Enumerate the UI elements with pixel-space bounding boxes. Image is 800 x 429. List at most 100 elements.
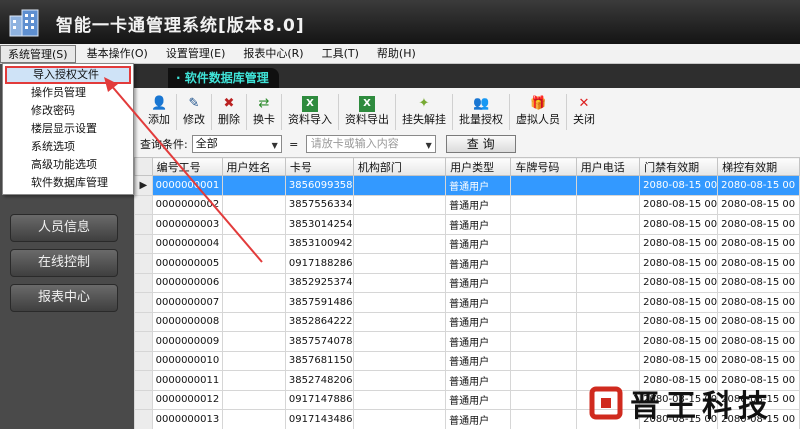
table-cell[interactable]	[221, 253, 286, 274]
loss-report-button[interactable]: ✦ 挂失解挂	[396, 94, 453, 130]
table-row[interactable]: 0000000004 3853100942 普通用户 2080-08-15 00 208…	[134, 233, 800, 254]
table-cell[interactable]	[575, 233, 641, 254]
table-cell[interactable]: 2080-08-15 00	[717, 214, 800, 235]
row-selector[interactable]: ▶	[134, 175, 153, 196]
table-cell[interactable]	[221, 233, 286, 254]
column-header[interactable]: 车牌号码	[510, 157, 577, 176]
table-cell[interactable]	[221, 194, 286, 215]
table-cell[interactable]	[352, 311, 447, 332]
table-cell[interactable]: 2080-08-15 00	[717, 233, 800, 254]
table-cell[interactable]: 3853100942	[284, 233, 354, 254]
row-selector[interactable]	[134, 253, 153, 274]
table-cell[interactable]	[510, 175, 577, 196]
table-cell[interactable]: 2080-08-15 00	[639, 175, 719, 196]
table-cell[interactable]: 2080-08-15 00	[717, 292, 800, 313]
table-cell[interactable]	[221, 409, 286, 429]
row-selector[interactable]	[134, 350, 153, 371]
table-cell[interactable]: 普通用户	[445, 409, 512, 429]
table-row[interactable]: 0000000006 3852925374 普通用户 2080-08-15 00 208…	[134, 272, 800, 293]
row-selector[interactable]	[134, 311, 153, 332]
virtual-person-button[interactable]: 🎁 虚拟人员	[510, 94, 567, 130]
table-row[interactable]: 0000000005 0917188286 普通用户 2080-08-15 00 208…	[134, 253, 800, 274]
row-selector[interactable]	[134, 409, 153, 429]
tab-database-manage[interactable]: · 软件数据库管理	[168, 68, 279, 88]
table-cell[interactable]	[510, 370, 577, 391]
column-header[interactable]: 梯控有效期	[717, 157, 800, 176]
table-cell[interactable]	[221, 389, 286, 410]
sidebar-button-online-control[interactable]: 在线控制	[10, 249, 118, 277]
menu-basic-ops[interactable]: 基本操作(O)	[80, 45, 155, 63]
table-cell[interactable]	[510, 233, 577, 254]
table-cell[interactable]: 0000000007	[151, 292, 223, 313]
menu-item-system-options[interactable]: 系统选项	[3, 138, 133, 156]
table-row[interactable]: 0000000007 3857591486 普通用户 2080-08-15 00 208…	[134, 292, 800, 313]
table-cell[interactable]: 2080-08-15 00	[717, 253, 800, 274]
table-cell[interactable]: 0000000004	[151, 233, 223, 254]
table-cell[interactable]	[352, 233, 447, 254]
export-data-button[interactable]: X 资料导出	[339, 94, 396, 130]
table-cell[interactable]	[575, 350, 641, 371]
table-cell[interactable]: 普通用户	[445, 175, 512, 196]
table-cell[interactable]: 2080-08-15 00	[639, 292, 719, 313]
table-cell[interactable]	[221, 370, 286, 391]
column-header[interactable]: 编号工号	[151, 157, 223, 176]
table-cell[interactable]: 2080-08-15 00	[717, 175, 800, 196]
table-cell[interactable]: 3857574078	[284, 331, 354, 352]
swap-card-button[interactable]: ⇄ 换卡	[247, 94, 282, 130]
table-cell[interactable]: 3857556334	[284, 194, 354, 215]
table-cell[interactable]: 普通用户	[445, 194, 512, 215]
table-row[interactable]: 0000000003 3853014254 普通用户 2080-08-15 00 208…	[134, 214, 800, 235]
table-cell[interactable]	[352, 214, 447, 235]
table-cell[interactable]	[352, 175, 447, 196]
table-cell[interactable]	[221, 331, 286, 352]
table-cell[interactable]: 普通用户	[445, 331, 512, 352]
table-cell[interactable]: 2080-08-15 00	[639, 350, 719, 371]
row-selector[interactable]	[134, 331, 153, 352]
table-cell[interactable]: 2080-08-15 00	[639, 233, 719, 254]
table-cell[interactable]: 0000000005	[151, 253, 223, 274]
table-cell[interactable]: 2080-08-15 00	[639, 194, 719, 215]
table-cell[interactable]	[352, 409, 447, 429]
sidebar-button-person-info[interactable]: 人员信息	[10, 214, 118, 242]
table-cell[interactable]: 0000000008	[151, 311, 223, 332]
table-cell[interactable]: 普通用户	[445, 350, 512, 371]
table-cell[interactable]: 3853014254	[284, 214, 354, 235]
query-condition-select[interactable]: 全部 ▼	[191, 135, 282, 153]
table-cell[interactable]: 0000000013	[151, 409, 223, 429]
table-cell[interactable]	[221, 214, 286, 235]
table-cell[interactable]: 2080-08-15 00	[639, 272, 719, 293]
table-cell[interactable]: 0000000012	[151, 389, 223, 410]
table-cell[interactable]: 2080-08-15 00	[717, 350, 800, 371]
table-cell[interactable]: 普通用户	[445, 311, 512, 332]
table-cell[interactable]	[510, 253, 577, 274]
table-cell[interactable]: 3852864222	[284, 311, 354, 332]
table-cell[interactable]: 0917143486	[284, 409, 354, 429]
table-cell[interactable]	[352, 370, 447, 391]
table-cell[interactable]	[510, 214, 577, 235]
table-cell[interactable]	[575, 194, 641, 215]
row-selector[interactable]	[134, 370, 153, 391]
table-cell[interactable]	[510, 331, 577, 352]
table-cell[interactable]	[221, 311, 286, 332]
edit-button[interactable]: ✎ 修改	[177, 94, 212, 130]
table-cell[interactable]	[575, 253, 641, 274]
table-cell[interactable]	[510, 311, 577, 332]
table-cell[interactable]	[575, 214, 641, 235]
table-row[interactable]: 0000000002 3857556334 普通用户 2080-08-15 00 208…	[134, 194, 800, 215]
table-cell[interactable]: 0917188286	[284, 253, 354, 274]
menu-item-operator-manage[interactable]: 操作员管理	[3, 84, 133, 102]
column-header[interactable]: 机构部门	[352, 157, 447, 176]
table-cell[interactable]: 3852925374	[284, 272, 354, 293]
table-cell[interactable]	[510, 194, 577, 215]
table-cell[interactable]: 普通用户	[445, 214, 512, 235]
row-selector[interactable]	[134, 292, 153, 313]
table-cell[interactable]: 2080-08-15 00	[639, 331, 719, 352]
table-cell[interactable]	[221, 292, 286, 313]
table-cell[interactable]	[352, 350, 447, 371]
table-cell[interactable]	[352, 389, 447, 410]
table-cell[interactable]	[352, 253, 447, 274]
table-cell[interactable]: 0000000001	[151, 175, 223, 196]
table-cell[interactable]: 普通用户	[445, 253, 512, 274]
column-header[interactable]: 用户姓名	[221, 157, 286, 176]
menu-reports[interactable]: 报表中心(R)	[236, 45, 310, 63]
